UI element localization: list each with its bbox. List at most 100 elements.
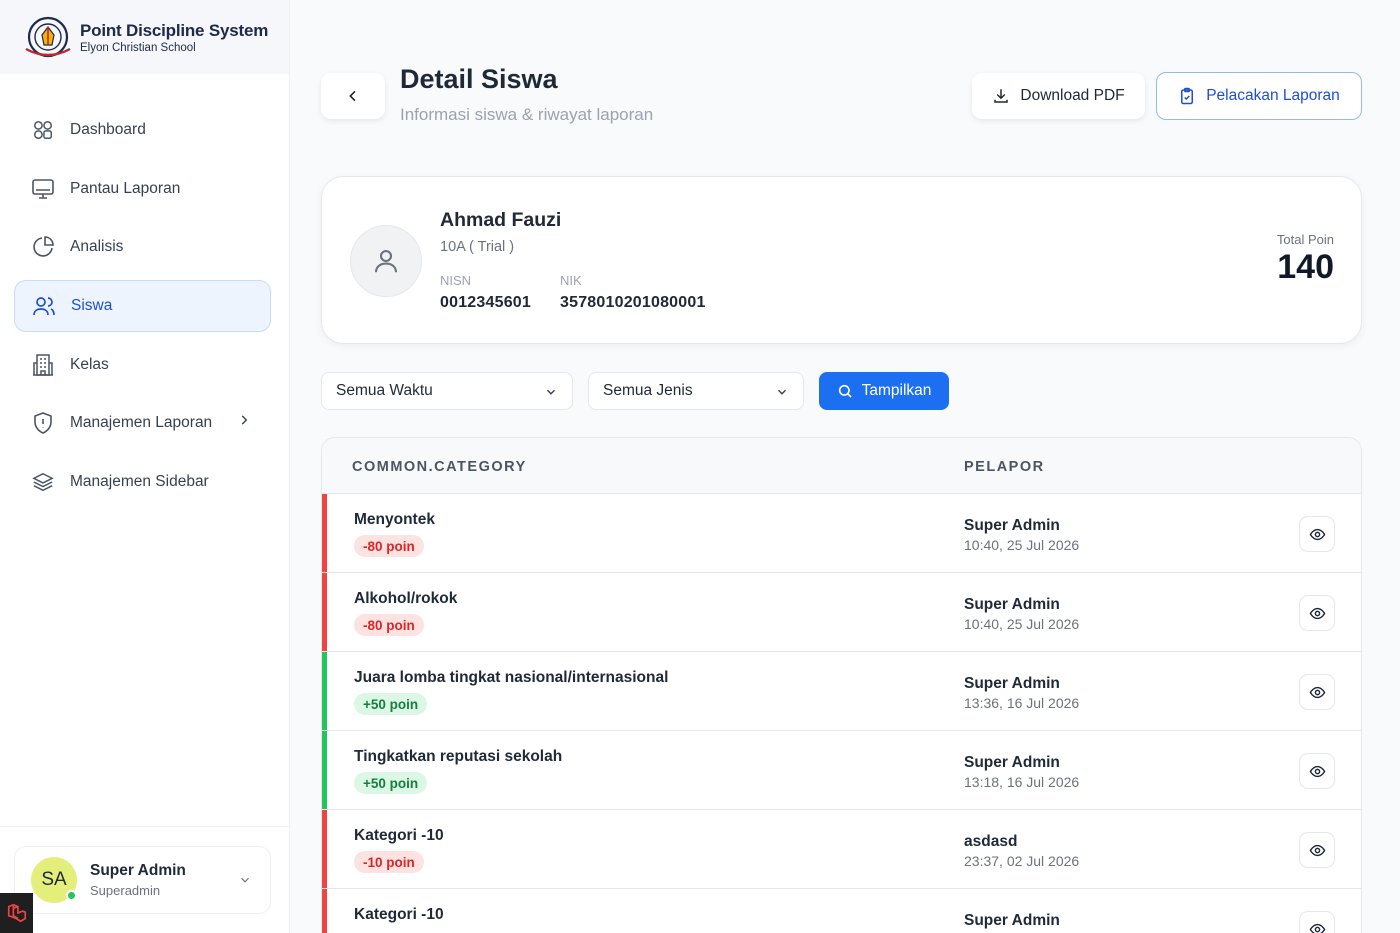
row-category: Kategori -10	[354, 906, 444, 923]
layers-icon	[30, 469, 56, 495]
table-row: Kategori -10 -10 poin asdasd 23:37, 02 J…	[322, 810, 1361, 889]
eye-icon	[1309, 686, 1325, 698]
total-points-value: 140	[1277, 248, 1334, 286]
row-category: Menyontek	[354, 511, 435, 528]
nisn-label: NISN	[440, 273, 472, 288]
chevron-down-icon	[238, 873, 252, 892]
page-title: Detail Siswa	[400, 64, 558, 94]
column-header-category: COMMON.CATEGORY	[352, 459, 527, 475]
brand-title: Point Discipline System	[80, 20, 269, 40]
pelacakan-laporan-button[interactable]: Pelacakan Laporan	[1156, 72, 1362, 120]
sidebar-item-manajemen-sidebar[interactable]: Manajemen Sidebar	[14, 456, 271, 508]
sidebar: Point Discipline System Elyon Christian …	[0, 0, 290, 933]
row-reporter: Super Admin	[964, 517, 1060, 534]
back-button[interactable]	[321, 73, 385, 119]
chevron-right-icon	[237, 413, 251, 432]
points-badge: -80 poin	[354, 614, 424, 636]
row-reporter: Super Admin	[964, 675, 1060, 692]
view-detail-button[interactable]	[1299, 832, 1335, 868]
points-badge: +50 poin	[354, 693, 428, 715]
row-category: Juara lomba tingkat nasional/internasion…	[354, 669, 669, 686]
chevron-left-icon	[349, 90, 356, 102]
sidebar-item-label: Manajemen Laporan	[70, 414, 213, 432]
points-indicator-bar	[322, 494, 327, 572]
view-detail-button[interactable]	[1299, 516, 1335, 552]
sidebar-item-label: Pantau Laporan	[70, 179, 181, 197]
points-indicator-bar	[322, 573, 327, 651]
table-row: Kategori -10 Super Admin	[322, 889, 1361, 933]
download-pdf-button[interactable]: Download PDF	[972, 73, 1145, 119]
user-menu[interactable]: SA Super Admin Superadmin	[14, 846, 271, 914]
nik-value: 3578010201080001	[560, 294, 706, 311]
points-indicator-bar	[322, 889, 327, 933]
row-timestamp: 13:36, 16 Jul 2026	[964, 695, 1080, 711]
points-indicator-bar	[322, 652, 327, 730]
sidebar-item-dashboard[interactable]: Dashboard	[14, 104, 271, 156]
view-detail-button[interactable]	[1299, 595, 1335, 631]
student-avatar	[350, 225, 422, 297]
download-icon	[994, 89, 1009, 103]
nisn-value: 0012345601	[440, 294, 531, 311]
clipboard-check-icon	[1181, 87, 1194, 105]
row-timestamp: 13:18, 16 Jul 2026	[964, 774, 1080, 790]
points-badge: -80 poin	[354, 535, 424, 557]
row-category: Kategori -10	[354, 827, 444, 844]
sidebar-item-kelas[interactable]: Kelas	[14, 339, 271, 391]
eye-icon	[1309, 607, 1325, 619]
user-role: Superadmin	[90, 883, 161, 898]
row-timestamp: 10:40, 25 Jul 2026	[964, 537, 1080, 553]
row-category: Alkohol/rokok	[354, 590, 458, 607]
table-row: Alkohol/rokok -80 poin Super Admin 10:40…	[322, 573, 1361, 652]
row-timestamp: 23:37, 02 Jul 2026	[964, 853, 1080, 869]
sidebar-item-analisis[interactable]: Analisis	[14, 221, 271, 273]
table-row: Juara lomba tingkat nasional/internasion…	[322, 652, 1361, 731]
sidebar-item-pantau-laporan[interactable]: Pantau Laporan	[14, 163, 271, 215]
student-profile-card: Ahmad Fauzi 10A ( Trial ) NISN 001234560…	[321, 176, 1362, 344]
shield-alert-icon	[30, 410, 56, 436]
dashboard-icon	[30, 117, 56, 143]
eye-icon	[1309, 765, 1325, 777]
view-detail-button[interactable]	[1299, 753, 1335, 789]
school-logo-icon	[25, 16, 71, 58]
online-status-dot	[66, 890, 77, 901]
column-header-reporter: PELAPOR	[964, 459, 1045, 475]
view-detail-button[interactable]	[1299, 911, 1335, 933]
row-reporter: Super Admin	[964, 596, 1060, 613]
table-body: Menyontek -80 poin Super Admin 10:40, 25…	[322, 494, 1361, 933]
avatar: SA	[31, 857, 77, 903]
points-badge: +50 poin	[354, 772, 428, 794]
page-subtitle: Informasi siswa & riwayat laporan	[400, 105, 654, 124]
report-table: COMMON.CATEGORY PELAPOR Menyontek -80 po…	[321, 437, 1362, 933]
sidebar-item-siswa[interactable]: Siswa	[14, 280, 271, 333]
chevron-down-icon	[544, 385, 558, 404]
brand[interactable]: Point Discipline System Elyon Christian …	[0, 0, 289, 74]
student-name: Ahmad Fauzi	[440, 209, 562, 231]
sidebar-item-label: Dashboard	[70, 121, 146, 138]
student-class: 10A ( Trial )	[440, 239, 515, 255]
tampilkan-button[interactable]: Tampilkan	[819, 372, 949, 410]
eye-icon	[1309, 844, 1325, 856]
time-filter-select[interactable]: Semua Waktu	[321, 372, 573, 410]
sidebar-item-label: Analisis	[70, 238, 124, 256]
laravel-debug-icon[interactable]	[0, 893, 33, 933]
building-icon	[30, 352, 56, 378]
brand-subtitle: Elyon Christian School	[80, 41, 196, 54]
points-badge: -10 poin	[354, 851, 424, 873]
eye-icon	[1309, 923, 1325, 933]
row-reporter: Super Admin	[964, 912, 1060, 929]
total-points-label: Total Poin	[1276, 232, 1334, 247]
sidebar-item-label: Kelas	[70, 355, 109, 373]
type-filter-select[interactable]: Semua Jenis	[588, 372, 804, 410]
table-row: Tingkatkan reputasi sekolah +50 poin Sup…	[322, 731, 1361, 810]
monitor-icon	[30, 176, 56, 202]
sidebar-item-label: Siswa	[71, 297, 113, 315]
points-indicator-bar	[322, 810, 327, 888]
user-name: Super Admin	[90, 862, 186, 879]
users-icon	[31, 293, 57, 319]
pie-chart-icon	[30, 234, 56, 260]
sidebar-item-manajemen-laporan[interactable]: Manajemen Laporan	[14, 397, 271, 449]
sidebar-nav: Dashboard Pantau Laporan Analisis Siswa …	[14, 104, 271, 515]
view-detail-button[interactable]	[1299, 674, 1335, 710]
sidebar-divider	[0, 826, 290, 827]
points-indicator-bar	[322, 731, 327, 809]
